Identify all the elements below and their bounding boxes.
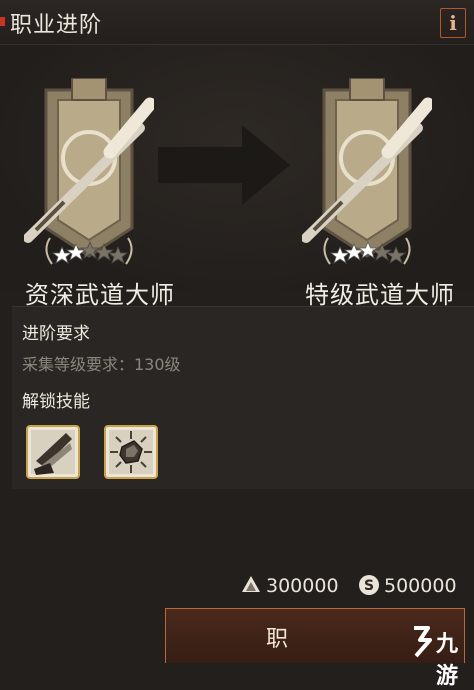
current-class-badge-icon <box>24 78 154 265</box>
current-class-name: 资深武道大师 <box>25 281 175 309</box>
svg-text:S: S <box>364 578 374 594</box>
star-empty-icon <box>385 245 407 264</box>
requirements-title: 进阶要求 <box>22 324 90 344</box>
silver-coin-icon: S <box>359 575 379 595</box>
blade-strike-skill-icon[interactable] <box>26 425 80 479</box>
unlock-skills-title: 解锁技能 <box>22 392 90 412</box>
header-accent-marker <box>0 17 5 26</box>
next-class-badge-icon <box>302 78 432 265</box>
header-bar: 职业进阶 i <box>0 0 474 45</box>
level-requirement-text: 采集等级要求：130级 <box>22 355 181 374</box>
watermark-text: 九游 <box>436 632 459 689</box>
star-empty-icon <box>107 245 129 264</box>
site-watermark: 九游 <box>408 622 474 689</box>
watermark-logo-icon <box>414 626 432 658</box>
requirements-panel: 进阶要求 采集等级要求：130级 解锁技能 <box>12 306 474 489</box>
star-icon <box>51 245 73 264</box>
class-advance-panel: 资深武道大师 特级武道大师 <box>0 45 474 309</box>
stone-burst-skill-icon[interactable] <box>104 425 158 479</box>
page-title: 职业进阶 <box>10 13 103 38</box>
star-icon <box>329 245 351 264</box>
ore-cost-value: 300000 <box>266 575 339 597</box>
advance-arrow-icon <box>158 125 290 205</box>
next-class-name: 特级武道大师 <box>305 281 455 309</box>
gold-ore-icon <box>242 576 260 592</box>
coin-cost-value: 500000 <box>384 575 457 597</box>
info-button[interactable]: i <box>440 8 466 38</box>
advance-confirm-label: 职 <box>266 627 289 652</box>
